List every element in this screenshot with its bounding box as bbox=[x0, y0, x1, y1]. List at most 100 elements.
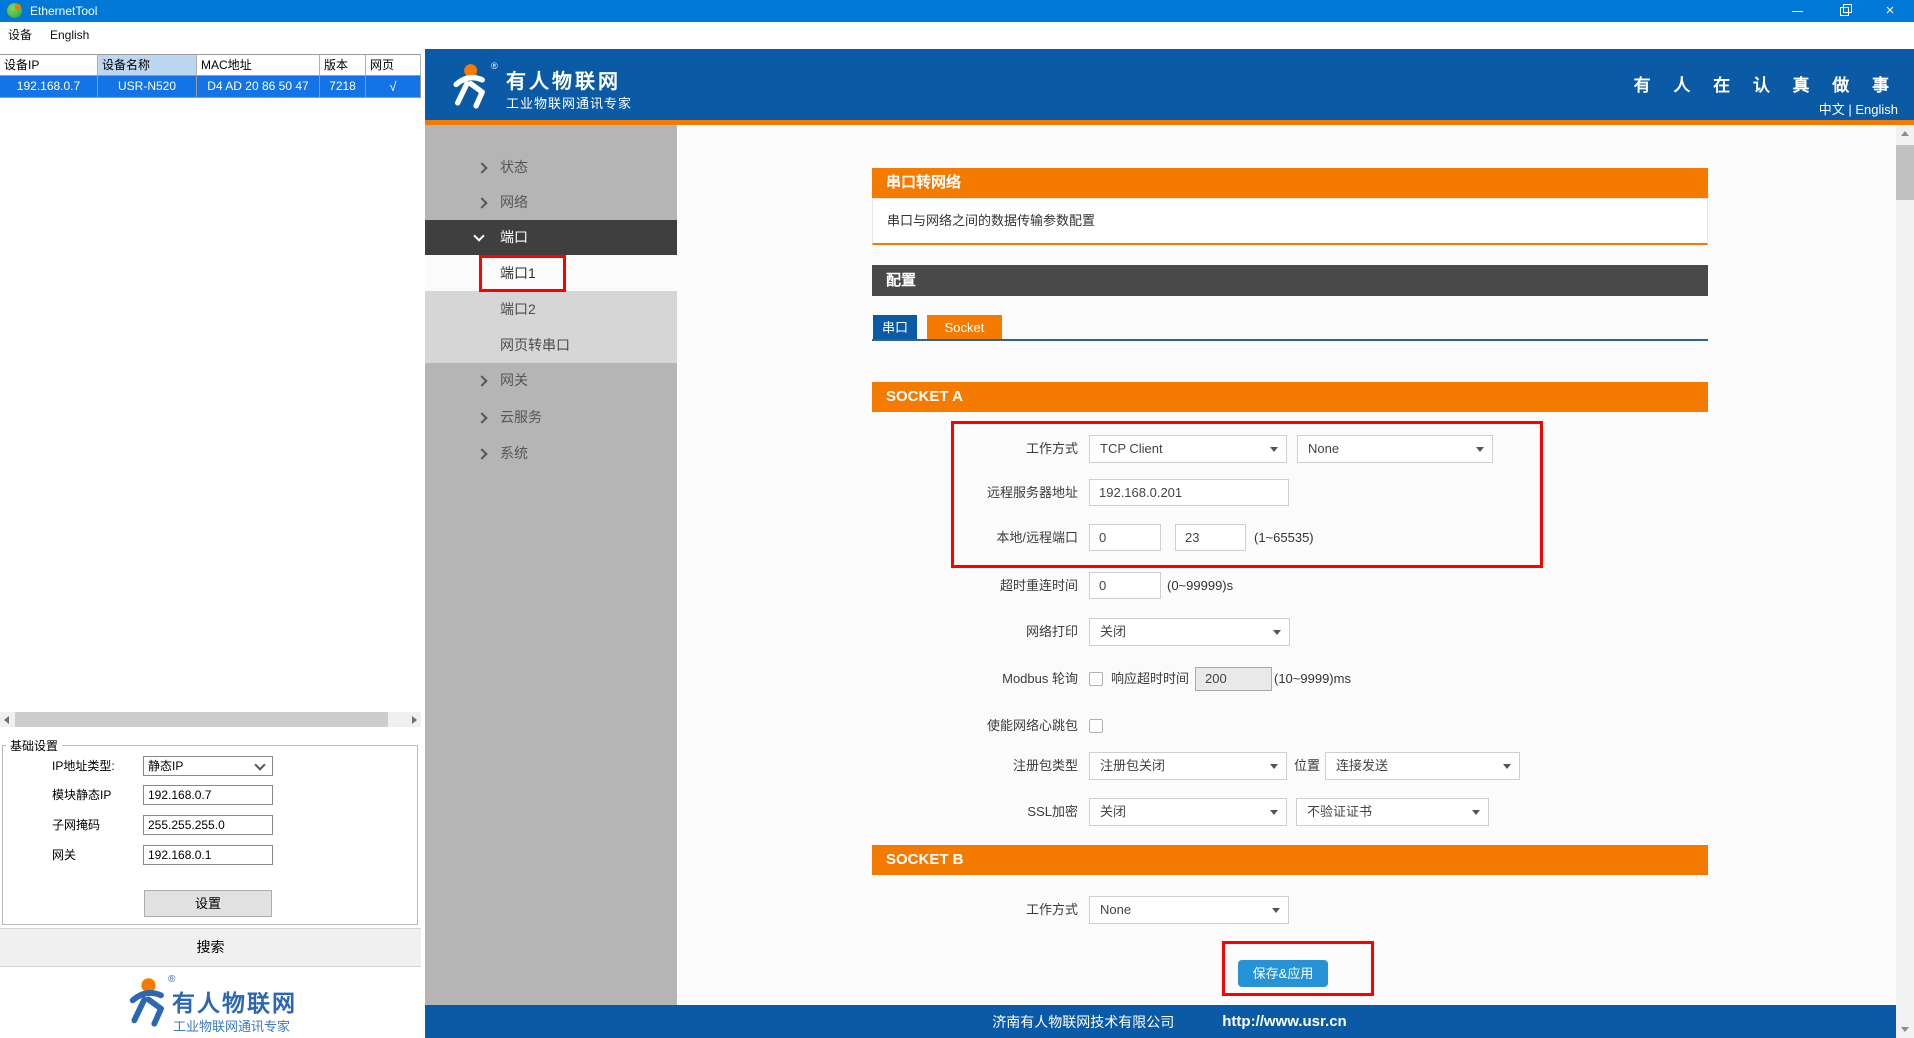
sidebar-item-status[interactable]: 状态 bbox=[425, 150, 677, 185]
socket-b-work-mode-row: 工作方式 None bbox=[425, 896, 1914, 924]
language-switch[interactable]: 中文 | English bbox=[1819, 99, 1898, 118]
ssl-value: 关闭 bbox=[1100, 804, 1127, 819]
close-button[interactable] bbox=[1867, 0, 1913, 22]
footer-url-link[interactable]: http://www.usr.cn bbox=[1222, 1013, 1346, 1030]
reconnect-input[interactable]: 0 bbox=[1089, 572, 1161, 599]
col-header-version[interactable]: 版本 bbox=[320, 54, 366, 76]
usr-logo-icon bbox=[453, 64, 485, 109]
scroll-down-arrow[interactable] bbox=[1896, 1021, 1914, 1038]
regpkt-pos-select[interactable]: 连接发送 bbox=[1325, 752, 1520, 780]
device-row-mac[interactable]: D4 AD 20 86 50 47 bbox=[197, 76, 320, 98]
ip-type-value: 静态IP bbox=[148, 759, 184, 773]
horizontal-scrollbar[interactable] bbox=[0, 712, 421, 727]
nav-label: 网关 bbox=[500, 372, 528, 388]
chevron-down-icon bbox=[254, 759, 266, 771]
net-print-label: 网络打印 bbox=[1025, 624, 1078, 639]
modbus-timeout-label: 响应超时时间 bbox=[1111, 671, 1190, 686]
annotation-box-socket-params bbox=[951, 421, 1543, 568]
device-row-version[interactable]: 7218 bbox=[320, 76, 366, 98]
caret-down-icon bbox=[1272, 908, 1280, 913]
nav-label: 端口 bbox=[500, 229, 528, 245]
ssl-select[interactable]: 关闭 bbox=[1089, 798, 1287, 826]
web-config-view: ® 有人物联网 工业物联网通讯专家 有 人 在 认 真 做 事 中文 | Eng… bbox=[425, 49, 1914, 1038]
regpkt-value: 注册包关闭 bbox=[1100, 758, 1166, 773]
modbus-checkbox[interactable] bbox=[1089, 672, 1103, 686]
left-logo-brand: 有人物联网 bbox=[172, 990, 297, 1016]
modbus-range-hint: (10~9999)ms bbox=[1274, 671, 1351, 686]
scrollbar-thumb[interactable] bbox=[15, 712, 388, 727]
header-motto: 有 人 在 认 真 做 事 bbox=[1633, 76, 1898, 95]
menu-device[interactable]: 设备 bbox=[4, 22, 36, 48]
net-print-row: 网络打印 关闭 bbox=[425, 618, 1914, 646]
device-row-web-link-icon[interactable]: √ bbox=[366, 76, 421, 98]
window-titlebar[interactable]: EthernetTool bbox=[0, 0, 1914, 22]
restore-button[interactable] bbox=[1821, 0, 1867, 22]
socket-b-work-mode-select[interactable]: None bbox=[1089, 896, 1289, 924]
nav-label: 端口2 bbox=[500, 301, 536, 317]
page-title-bar: 串口转网络 bbox=[872, 168, 1708, 198]
caret-down-icon bbox=[1270, 764, 1278, 769]
scroll-left-arrow[interactable] bbox=[0, 712, 15, 727]
col-header-mac[interactable]: MAC地址 bbox=[197, 54, 320, 76]
ssl-cert-select[interactable]: 不验证证书 bbox=[1296, 798, 1489, 826]
set-button[interactable]: 设置 bbox=[144, 890, 272, 917]
caret-down-icon bbox=[1273, 630, 1281, 635]
reconnect-range-hint: (0~99999)s bbox=[1167, 578, 1234, 593]
gateway-field[interactable]: 192.168.0.1 bbox=[143, 845, 273, 865]
sidebar-item-cloud[interactable]: 云服务 bbox=[425, 400, 677, 435]
minimize-button[interactable] bbox=[1775, 0, 1821, 22]
caret-down-icon bbox=[1503, 764, 1511, 769]
restore-icon-back bbox=[1843, 4, 1852, 13]
socket-b-section-bar: SOCKET B bbox=[872, 845, 1708, 875]
regpkt-row: 注册包类型 注册包关闭 位置 连接发送 bbox=[425, 752, 1914, 780]
static-ip-label: 模块静态IP bbox=[52, 788, 112, 802]
web-brand: 有人物联网 bbox=[506, 71, 621, 93]
net-print-value: 关闭 bbox=[1100, 624, 1127, 639]
device-row-name[interactable]: USR-N520 bbox=[98, 76, 197, 98]
scroll-right-arrow[interactable] bbox=[406, 712, 421, 727]
ip-type-select[interactable]: 静态IP bbox=[143, 756, 273, 776]
window-title: EthernetTool bbox=[30, 4, 98, 18]
col-header-web[interactable]: 网页 bbox=[366, 54, 421, 76]
scroll-up-arrow[interactable] bbox=[1896, 125, 1914, 142]
minimize-icon bbox=[1792, 11, 1803, 12]
sidebar-item-gateway[interactable]: 网关 bbox=[425, 363, 677, 398]
scrollbar-thumb[interactable] bbox=[1896, 145, 1914, 200]
app-window: EthernetTool 设备 English 设备IP 设备名称 MAC地址 … bbox=[0, 0, 1914, 1038]
heartbeat-checkbox[interactable] bbox=[1089, 719, 1103, 733]
col-header-device-ip[interactable]: 设备IP bbox=[0, 54, 98, 76]
chevron-right-icon bbox=[476, 162, 488, 174]
ssl-label: SSL加密 bbox=[1027, 804, 1078, 819]
app-icon bbox=[7, 3, 22, 18]
col-header-device-name[interactable]: 设备名称 bbox=[98, 54, 197, 76]
subnet-mask-field[interactable]: 255.255.255.0 bbox=[143, 815, 273, 835]
nav-label: 状态 bbox=[500, 159, 528, 175]
regpkt-type-select[interactable]: 注册包关闭 bbox=[1089, 752, 1287, 780]
net-print-select[interactable]: 关闭 bbox=[1089, 618, 1290, 646]
annotation-box-save-button bbox=[1222, 941, 1374, 996]
modbus-timeout-input[interactable]: 200 bbox=[1195, 667, 1272, 691]
reconnect-row: 超时重连时间 0 (0~99999)s bbox=[425, 572, 1914, 600]
sidebar-item-network[interactable]: 网络 bbox=[425, 185, 677, 220]
web-footer: 济南有人物联网技术有限公司 http://www.usr.cn bbox=[425, 1005, 1914, 1038]
device-row-ip[interactable]: 192.168.0.7 bbox=[0, 76, 98, 98]
annotation-box-port1 bbox=[479, 255, 566, 292]
web-brand-slogan: 工业物联网通讯专家 bbox=[506, 96, 633, 111]
search-button[interactable]: 搜索 bbox=[0, 928, 421, 967]
caret-down-icon bbox=[1472, 810, 1480, 815]
chevron-right-icon bbox=[476, 375, 488, 387]
sidebar-item-port2[interactable]: 端口2 bbox=[425, 291, 677, 327]
static-ip-field[interactable]: 192.168.0.7 bbox=[143, 785, 273, 805]
nav-label: 网络 bbox=[500, 194, 528, 210]
chevron-right-icon bbox=[476, 197, 488, 209]
socket-b-work-mode-value: None bbox=[1100, 902, 1132, 917]
regpkt-pos-value: 连接发送 bbox=[1336, 758, 1389, 773]
tab-socket[interactable]: Socket bbox=[927, 315, 1002, 341]
vertical-scrollbar[interactable] bbox=[1896, 125, 1914, 1038]
menu-english[interactable]: English bbox=[46, 22, 93, 48]
chevron-right-icon bbox=[476, 412, 488, 424]
tab-serial[interactable]: 串口 bbox=[873, 315, 917, 341]
sidebar-item-port[interactable]: 端口 bbox=[425, 220, 677, 257]
sidebar-nav: 状态 网络 端口 端口1 端口2 网页转串口 网关 云服务 系统 bbox=[425, 125, 677, 1005]
sidebar-item-web-to-serial[interactable]: 网页转串口 bbox=[425, 327, 677, 363]
